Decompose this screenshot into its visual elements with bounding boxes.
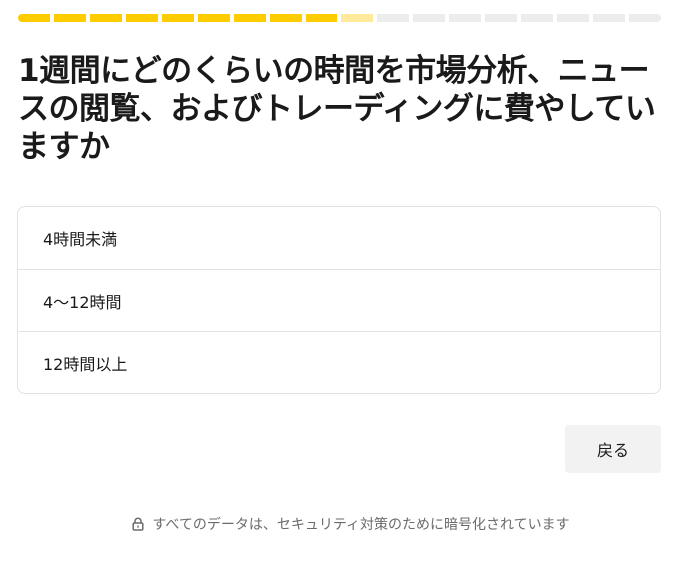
progress-segment-8 — [269, 14, 302, 22]
option-4-to-12-hours[interactable]: 4〜12時間 — [18, 269, 660, 331]
progress-segment-3 — [89, 14, 122, 22]
security-notice: すべてのデータは、セキュリティ対策のために暗号化されています — [0, 514, 688, 534]
progress-segment-11 — [377, 14, 410, 22]
progress-segment-14 — [485, 14, 518, 22]
lock-icon — [132, 517, 144, 531]
progress-segment-12 — [413, 14, 446, 22]
progress-segment-17 — [593, 14, 625, 22]
progress-segment-2 — [53, 14, 86, 22]
progress-segment-5 — [161, 14, 194, 22]
progress-bar — [18, 14, 661, 22]
security-text: すべてのデータは、セキュリティ対策のために暗号化されています — [152, 517, 570, 533]
progress-segment-10 — [341, 14, 374, 22]
option-under-4-hours[interactable]: 4時間未満 — [18, 207, 660, 269]
progress-segment-7 — [233, 14, 266, 22]
option-over-12-hours[interactable]: 12時間以上 — [18, 331, 660, 393]
back-button[interactable]: 戻る — [565, 425, 661, 473]
progress-segment-15 — [521, 14, 554, 22]
progress-segment-9 — [305, 14, 338, 22]
progress-segment-4 — [125, 14, 158, 22]
question-title: 1週間にどのくらいの時間を市場分析、ニュースの閲覧、およびトレーディングに費やし… — [18, 53, 656, 165]
progress-segment-6 — [197, 14, 230, 22]
progress-segment-16 — [557, 14, 589, 22]
progress-segment-1 — [18, 14, 50, 22]
progress-segment-18 — [628, 14, 661, 22]
answer-options: 4時間未満 4〜12時間 12時間以上 — [17, 206, 661, 394]
progress-segment-13 — [449, 14, 482, 22]
